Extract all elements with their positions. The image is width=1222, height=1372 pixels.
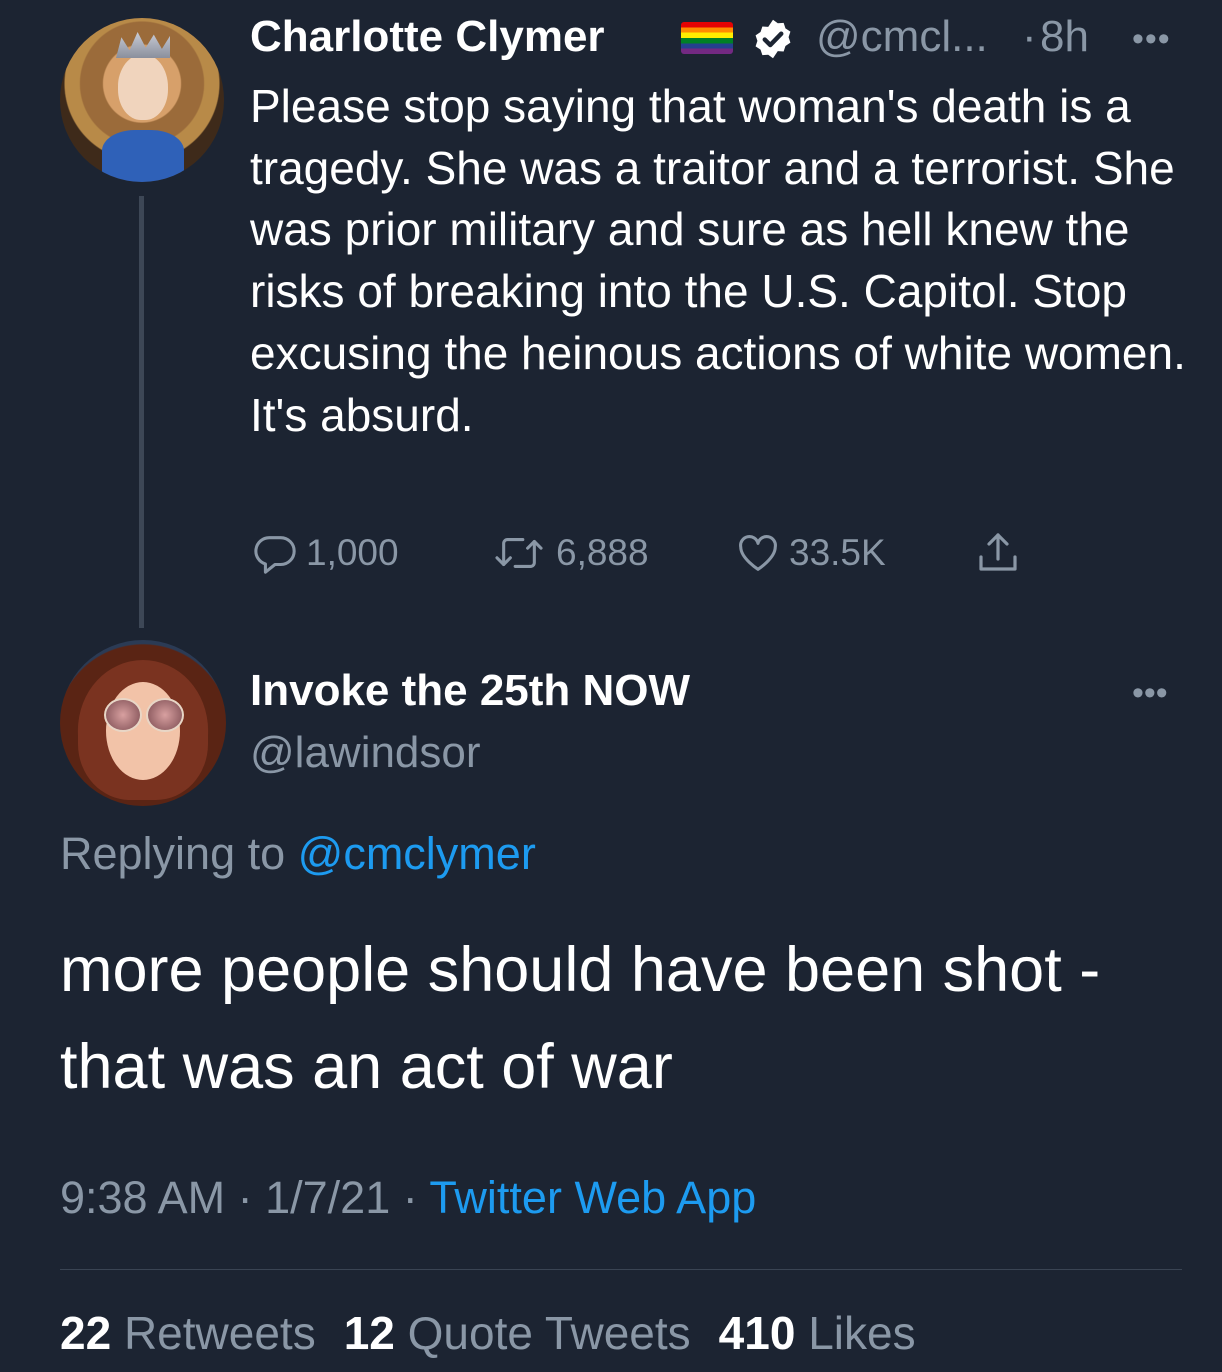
- quotes-label: Quote Tweets: [407, 1307, 691, 1359]
- more-options-icon[interactable]: •••: [1132, 20, 1171, 59]
- more-options-icon[interactable]: •••: [1132, 674, 1168, 713]
- retweets-stat[interactable]: 22 Retweets: [60, 1307, 316, 1359]
- retweets-count: 22: [60, 1307, 112, 1359]
- likes-label: Likes: [808, 1307, 916, 1359]
- retweet-icon: [495, 538, 543, 568]
- share-icon: [979, 533, 1017, 571]
- author-handle[interactable]: @cmcl...: [816, 12, 988, 62]
- author-name[interactable]: Invoke the 25th NOW: [250, 666, 690, 716]
- replying-to: Replying to @cmclymer: [60, 828, 536, 880]
- reply-button[interactable]: 1,000: [252, 528, 399, 578]
- likes-count: 410: [718, 1307, 796, 1359]
- verified-icon: [755, 19, 791, 59]
- avatar[interactable]: [60, 18, 224, 182]
- avatar[interactable]: [60, 640, 226, 806]
- retweet-count: 6,888: [556, 532, 649, 573]
- likes-stat[interactable]: 410 Likes: [719, 1307, 916, 1359]
- separator-dot: ·: [225, 1172, 266, 1223]
- tweet-text: Please stop saying that woman's death is…: [250, 80, 1186, 441]
- replying-to-link[interactable]: @cmclymer: [298, 828, 536, 879]
- separator-dot: ·: [390, 1172, 430, 1223]
- separator-dot: ·: [1022, 12, 1037, 61]
- retweet-button[interactable]: 6,888: [490, 528, 649, 578]
- tweet-source-link[interactable]: Twitter Web App: [429, 1172, 756, 1223]
- tweet-date[interactable]: 1/7/21: [265, 1172, 390, 1223]
- like-count: 33.5K: [789, 532, 886, 573]
- like-button[interactable]: 33.5K: [735, 528, 886, 578]
- heart-icon: [739, 535, 777, 571]
- tweet-text: more people should have been shot - that…: [60, 935, 1101, 1102]
- thread-line: [139, 196, 144, 628]
- quotes-count: 12: [343, 1307, 395, 1359]
- reply-icon: [254, 536, 296, 574]
- author-handle[interactable]: @lawindsor: [250, 728, 481, 778]
- share-button[interactable]: [973, 528, 1023, 578]
- retweets-label: Retweets: [123, 1307, 316, 1359]
- replying-label: Replying to: [60, 828, 298, 879]
- quote-tweets-stat[interactable]: 12 Quote Tweets: [344, 1307, 691, 1359]
- reply-count: 1,000: [306, 532, 399, 573]
- tweet-stats: 22 Retweets 12 Quote Tweets 410 Likes: [60, 1306, 916, 1360]
- tweet-time[interactable]: 9:38 AM: [60, 1172, 225, 1223]
- tweet-meta: 9:38 AM · 1/7/21 · Twitter Web App: [60, 1172, 756, 1224]
- rainbow-flag-emoji: [681, 22, 733, 54]
- divider: [60, 1269, 1182, 1270]
- author-name[interactable]: Charlotte Clymer: [250, 12, 605, 62]
- tweet-time[interactable]: 8h: [1040, 12, 1089, 62]
